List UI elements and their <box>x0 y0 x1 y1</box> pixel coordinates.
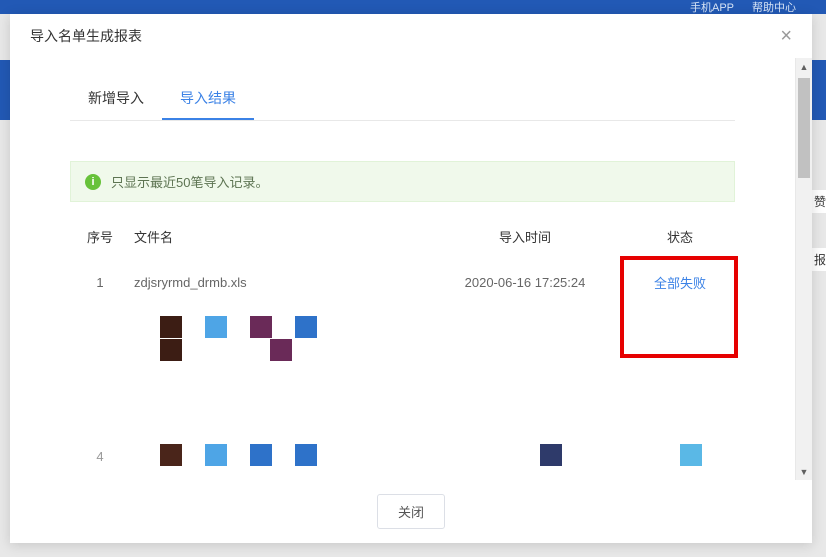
col-header-seq: 序号 <box>70 227 130 246</box>
backdrop-link: 手机APP <box>690 0 734 15</box>
tab-import-result[interactable]: 导入结果 <box>162 78 254 120</box>
cell-file: zdjsryrmd_drmb.xls <box>130 275 425 290</box>
backdrop-side-labels: 赞 报 <box>812 190 826 306</box>
obscured-row-num: 4 <box>70 449 130 464</box>
cell-seq: 1 <box>70 275 130 290</box>
import-report-modal: 导入名单生成报表 × 新增导入 导入结果 i 只显示最近50笔导入记录。 序号 … <box>10 14 812 543</box>
vertical-scrollbar[interactable]: ▲ ▼ <box>795 58 812 480</box>
backdrop-top-bar: 手机APP 帮助中心 <box>0 0 826 14</box>
table-row: 1 zdjsryrmd_drmb.xls 2020-06-16 17:25:24… <box>70 260 735 304</box>
close-button[interactable]: 关闭 <box>377 494 445 529</box>
backdrop-link: 帮助中心 <box>752 0 796 15</box>
close-icon[interactable]: × <box>780 26 792 46</box>
cell-time: 2020-06-16 17:25:24 <box>425 275 625 290</box>
info-message: 只显示最近50笔导入记录。 <box>111 172 268 191</box>
scrollbar-down-arrow[interactable]: ▼ <box>796 463 812 480</box>
modal-body: 新增导入 导入结果 i 只显示最近50笔导入记录。 序号 文件名 导入时间 状态… <box>10 58 812 480</box>
tabs: 新增导入 导入结果 <box>70 78 735 121</box>
col-header-status: 状态 <box>625 227 735 246</box>
tab-new-import[interactable]: 新增导入 <box>70 78 162 120</box>
modal-footer: 关闭 <box>10 480 812 543</box>
info-icon: i <box>85 174 101 190</box>
redacted-rows: 4 <box>70 304 735 474</box>
table-header-row: 序号 文件名 导入时间 状态 <box>70 212 735 260</box>
col-header-file: 文件名 <box>130 227 425 246</box>
cell-status-link[interactable]: 全部失败 <box>654 276 706 291</box>
modal-title: 导入名单生成报表 <box>30 26 142 46</box>
modal-header: 导入名单生成报表 × <box>10 14 812 58</box>
scrollbar-up-arrow[interactable]: ▲ <box>796 58 812 75</box>
info-banner: i 只显示最近50笔导入记录。 <box>70 161 735 202</box>
col-header-time: 导入时间 <box>425 227 625 246</box>
scrollbar-thumb[interactable] <box>798 78 810 178</box>
import-records-table: 序号 文件名 导入时间 状态 1 zdjsryrmd_drmb.xls 2020… <box>70 212 735 474</box>
